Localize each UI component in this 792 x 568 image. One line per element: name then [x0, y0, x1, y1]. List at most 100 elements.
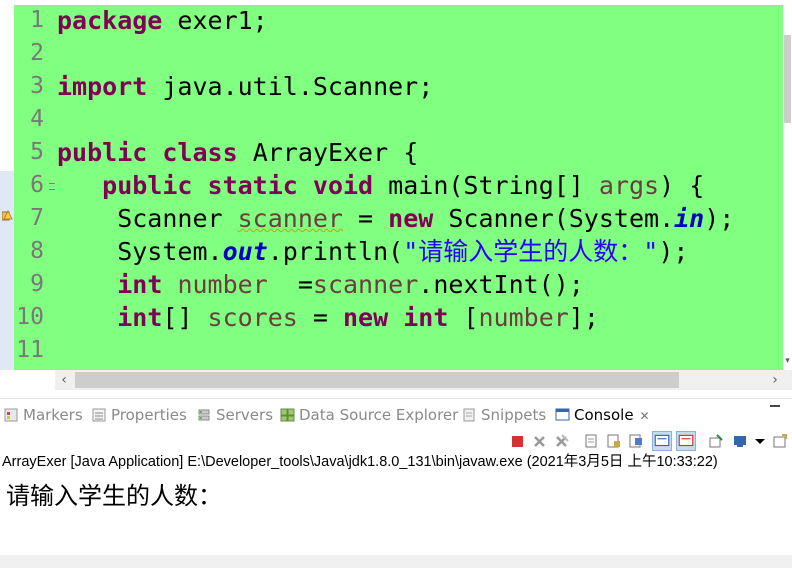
display-selected-console-icon[interactable] — [732, 433, 748, 449]
tab-data-source-explorer[interactable]: Data Source Explorer — [280, 404, 458, 426]
code-token: public — [57, 138, 148, 167]
vertical-scrollbar[interactable]: ▾ — [783, 0, 792, 370]
code-token: = — [267, 270, 313, 299]
code-token: main(String[] — [373, 171, 599, 200]
code-token: java.util.Scanner; — [147, 72, 434, 101]
remove-all-terminated-icon[interactable] — [554, 433, 570, 449]
open-console-icon[interactable] — [772, 433, 788, 449]
tab-label: Data Source Explorer — [299, 406, 459, 424]
chevron-down-icon[interactable] — [752, 433, 768, 449]
console-horizontal-scrollbar[interactable] — [0, 555, 792, 568]
code-text[interactable]: public class ArrayExer { — [57, 136, 418, 169]
code-token: out — [222, 237, 268, 266]
warning-icon[interactable] — [2, 210, 13, 221]
panel-tab-bar: Markers Properties Servers Data Source E… — [0, 398, 792, 431]
tab-servers[interactable]: Servers — [197, 404, 273, 426]
remove-launch-icon[interactable] — [532, 433, 548, 449]
console-toolbar — [0, 430, 792, 452]
tab-snippets[interactable]: Snippets — [462, 404, 546, 426]
code-token: .nextInt(); — [418, 270, 584, 299]
code-token: number — [478, 303, 569, 332]
scroll-lock-icon[interactable] — [606, 433, 622, 449]
line-number: 6 — [14, 169, 55, 202]
line-number: 11 — [16, 337, 44, 363]
line-number: 10 — [16, 304, 44, 330]
minimize-icon[interactable] — [770, 405, 780, 407]
tab-label: Markers — [23, 406, 83, 424]
scroll-right-icon[interactable]: › — [766, 370, 784, 390]
show-console-on-stderr-icon[interactable] — [676, 431, 696, 451]
code-token: ArrayExer { — [237, 138, 419, 167]
code-text[interactable]: int number =scanner.nextInt(); — [57, 268, 584, 301]
line-number: 3 — [30, 73, 44, 99]
code-text[interactable]: System.out.println("请输入学生的人数："); — [57, 235, 688, 268]
horizontal-scrollbar[interactable]: ‹ › — [55, 370, 792, 390]
markers-icon — [4, 408, 18, 422]
code-token: = — [342, 204, 389, 233]
code-token: int — [117, 303, 163, 332]
vertical-scroll-thumb[interactable] — [784, 35, 791, 123]
tab-properties[interactable]: Properties — [92, 404, 187, 426]
code-token: "请输入学生的人数：" — [403, 237, 659, 266]
code-token: exer1; — [162, 6, 268, 35]
tab-label: Console — [574, 406, 634, 424]
code-text[interactable]: import java.util.Scanner; — [57, 70, 433, 103]
code-token: [ — [448, 303, 479, 332]
code-token: ); — [704, 204, 735, 233]
tab-label: Servers — [216, 406, 274, 424]
terminate-icon[interactable] — [510, 433, 526, 449]
code-token: scanner — [312, 270, 419, 299]
console-process-label: ArrayExer [Java Application] E:\Develope… — [2, 454, 718, 470]
code-token: = — [297, 303, 343, 332]
code-token: import — [57, 72, 148, 101]
word-wrap-icon[interactable] — [628, 433, 644, 449]
code-token: ]; — [568, 303, 599, 332]
code-editor[interactable]: 1 package exer1; 2 3 import java.util.Scanne… — [0, 0, 792, 370]
code-token: .println( — [267, 237, 404, 266]
code-token: package — [57, 6, 163, 35]
code-token: class — [162, 138, 238, 167]
line-number: 8 — [30, 238, 44, 264]
line-number: 4 — [30, 106, 44, 132]
console-output[interactable]: 请输入学生的人数： — [6, 476, 222, 511]
code-token: scanner — [237, 204, 343, 233]
code-area[interactable]: 1 package exer1; 2 3 import java.util.Scanne… — [14, 5, 783, 370]
code-text[interactable]: package exer1; — [57, 4, 268, 37]
show-console-on-stdout-icon[interactable] — [652, 431, 672, 451]
scroll-down-icon[interactable]: ▾ — [783, 356, 792, 366]
clear-console-icon[interactable] — [584, 433, 600, 449]
method-range-indicator — [0, 171, 14, 370]
code-text[interactable]: Scanner scanner = new Scanner(System.in)… — [57, 202, 734, 235]
tab-console[interactable]: Console ✕ — [555, 404, 650, 426]
code-text[interactable]: int[] scores = new int [number]; — [57, 301, 599, 334]
code-token: scores — [207, 303, 298, 332]
pin-console-icon[interactable] — [708, 433, 724, 449]
horizontal-scroll-thumb[interactable] — [75, 372, 679, 388]
code-token: in — [674, 204, 705, 233]
code-text[interactable]: public static void main(String[] args) { — [57, 169, 704, 202]
tab-label: Snippets — [481, 406, 547, 424]
servers-icon — [198, 409, 210, 421]
close-icon[interactable]: ✕ — [640, 409, 650, 423]
scrollbar-spacer — [0, 370, 55, 390]
tab-markers[interactable]: Markers — [4, 404, 83, 426]
scroll-left-icon[interactable]: ‹ — [55, 370, 73, 390]
code-token: static — [207, 171, 298, 200]
data-source-icon — [280, 408, 295, 422]
code-token: System. — [57, 237, 223, 266]
line-number: 5 — [30, 139, 44, 165]
line-number: 1 — [30, 7, 44, 33]
code-token: Scanner — [57, 204, 238, 233]
code-token: int — [117, 270, 163, 299]
code-token: ) { — [659, 171, 705, 200]
properties-icon — [92, 408, 106, 422]
code-token: ); — [658, 237, 689, 266]
console-icon — [555, 408, 570, 421]
code-token: number — [177, 270, 268, 299]
